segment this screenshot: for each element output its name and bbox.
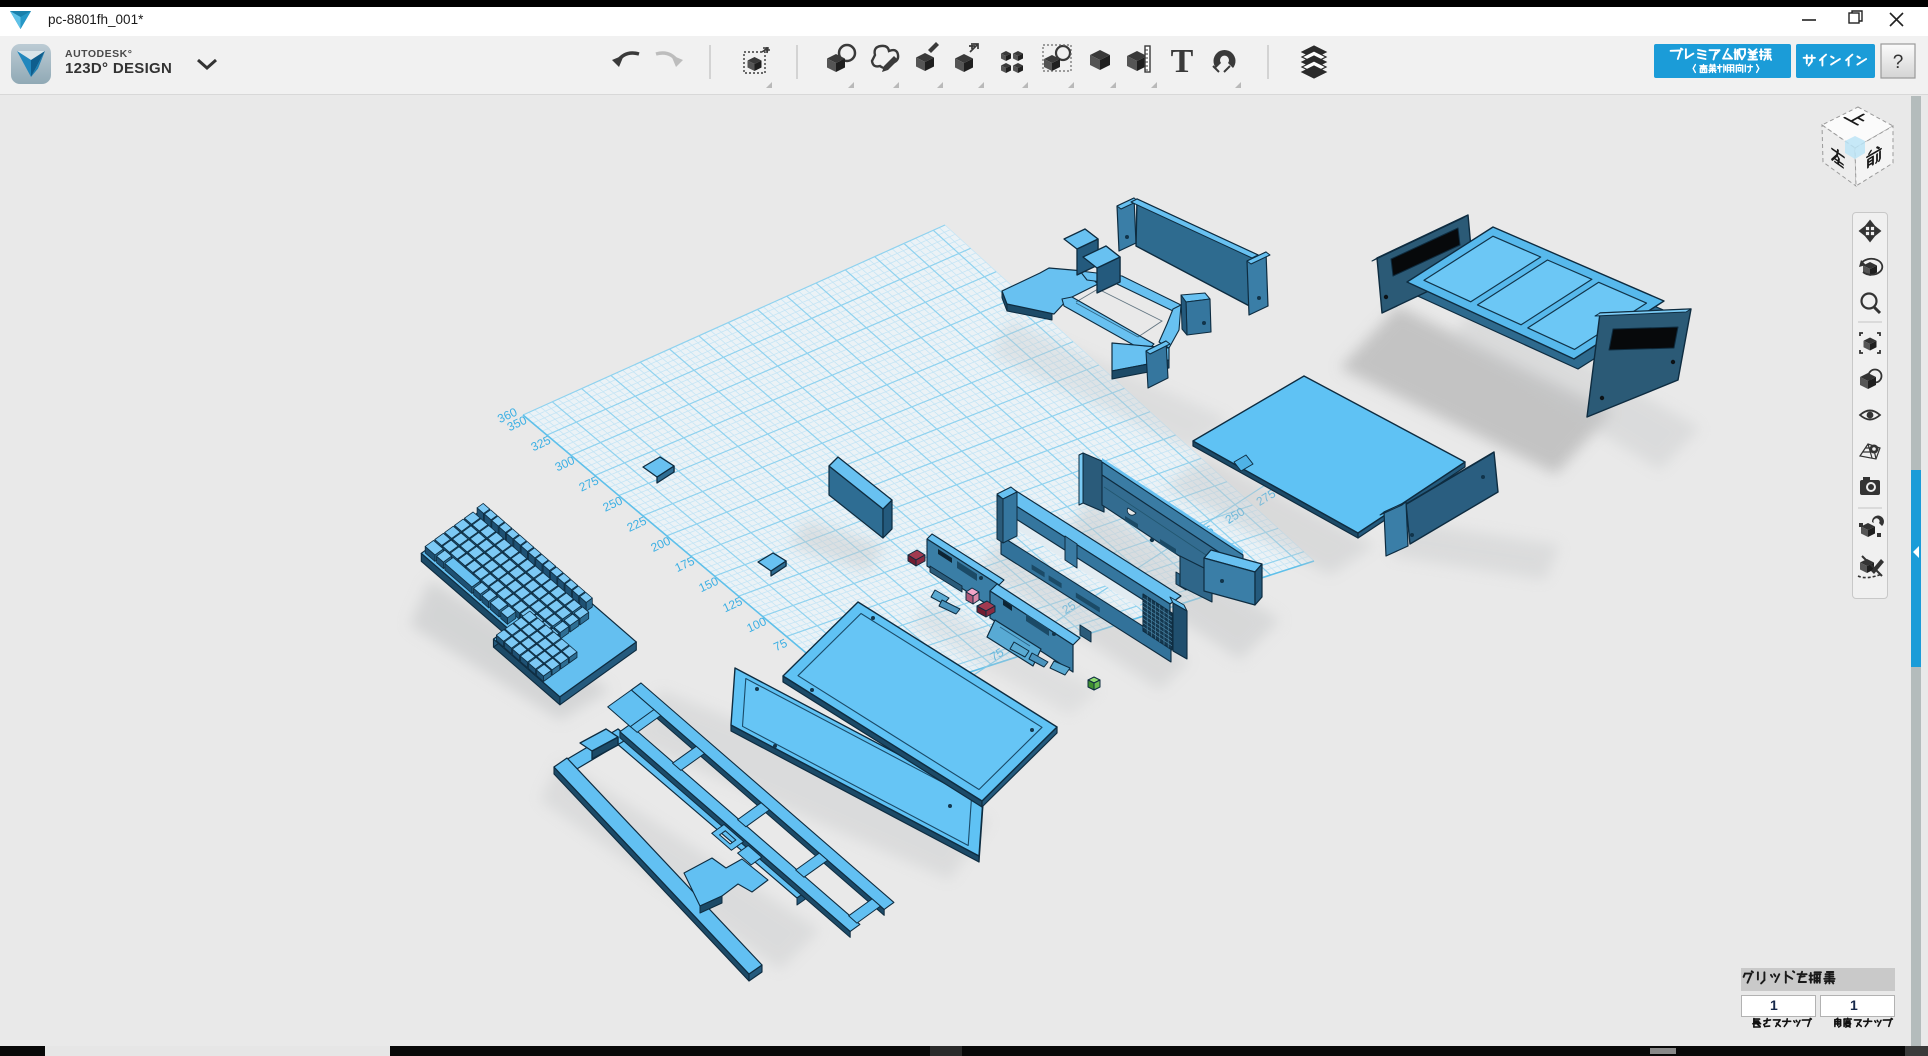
svg-text:T: T xyxy=(1171,43,1194,80)
svg-text:?: ? xyxy=(1893,52,1904,73)
svg-text:AUTODESK°: AUTODESK° xyxy=(65,48,132,60)
svg-text:123D° DESIGN: 123D° DESIGN xyxy=(65,60,172,77)
